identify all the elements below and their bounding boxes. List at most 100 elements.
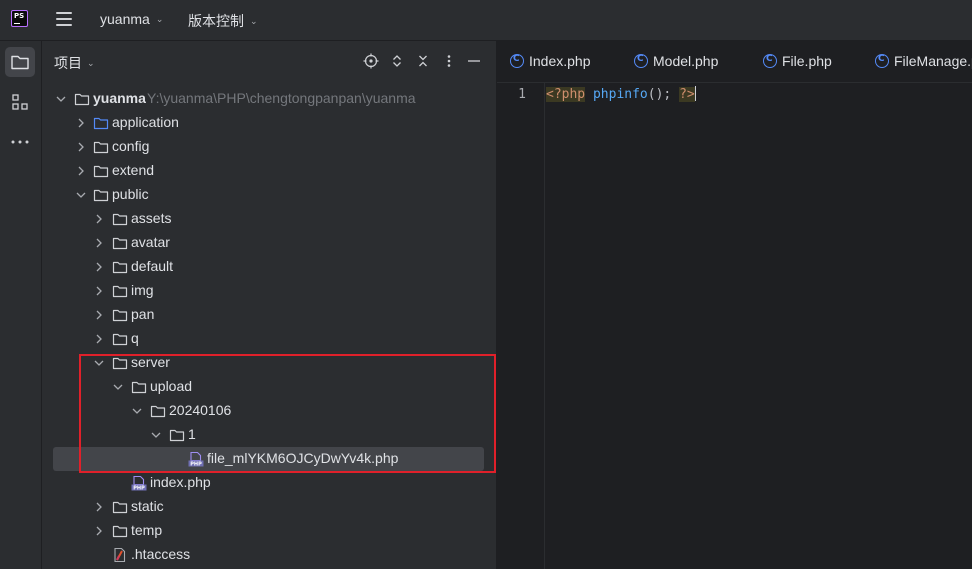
tool-window-strip	[0, 41, 42, 569]
tree-row-htaccess[interactable]: .htaccess	[42, 543, 496, 567]
chevron-down-icon[interactable]	[131, 404, 143, 418]
folder-label: default	[131, 258, 174, 274]
chevron-right-icon[interactable]	[93, 500, 105, 514]
file-label: file_mlYKM6OJCyDwYv4k.php	[207, 450, 399, 466]
folder-icon	[112, 357, 128, 370]
project-switcher[interactable]: yuanma ⌄	[100, 11, 163, 27]
tree-row-assets[interactable]: assets	[42, 207, 496, 231]
svg-text:PHP: PHP	[133, 486, 145, 491]
project-view-dropdown[interactable]: 项目 ⌄	[54, 53, 95, 73]
chevron-right-icon[interactable]	[75, 116, 87, 130]
folder-icon	[112, 309, 128, 322]
folder-icon	[169, 429, 185, 442]
tree-row-config[interactable]: config	[42, 135, 496, 159]
tree-row-server[interactable]: server	[42, 351, 496, 375]
title-bar: PS yuanma ⌄ 版本控制 ⌄	[0, 0, 972, 41]
folder-icon	[112, 285, 128, 298]
tree-row-pan[interactable]: pan	[42, 303, 496, 327]
folder-label: temp	[131, 522, 163, 538]
php-class-icon	[510, 54, 524, 68]
collapse-all-icon[interactable]	[415, 53, 431, 69]
folder-label: assets	[131, 210, 172, 226]
more-tools-button[interactable]	[5, 127, 35, 157]
source-folder-icon	[93, 117, 109, 130]
structure-tool-button[interactable]	[5, 87, 35, 117]
chevron-down-icon: ⌄	[87, 58, 95, 68]
folder-label: server	[131, 354, 170, 370]
chevron-right-icon[interactable]	[93, 236, 105, 250]
folder-label: config	[112, 138, 150, 154]
chevron-down-icon[interactable]	[93, 356, 105, 370]
tree-row-q[interactable]: q	[42, 327, 496, 351]
chevron-right-icon[interactable]	[75, 140, 87, 154]
tree-row-application[interactable]: application	[42, 111, 496, 135]
tree-row-img[interactable]: img	[42, 279, 496, 303]
line-number-gutter: 1	[497, 83, 545, 569]
chevron-down-icon[interactable]	[75, 188, 87, 202]
tree-row-temp[interactable]: temp	[42, 519, 496, 543]
file-label: index.php	[150, 474, 211, 490]
folder-label: img	[131, 282, 154, 298]
tree-row-avatar[interactable]: avatar	[42, 231, 496, 255]
tree-row-upload[interactable]: upload	[42, 375, 496, 399]
vcs-menu[interactable]: 版本控制 ⌄	[188, 11, 258, 31]
panel-title: 项目	[54, 55, 82, 71]
editor-area: Index.php Model.php File.php FileManage.…	[497, 41, 972, 569]
chevron-down-icon[interactable]	[112, 380, 124, 394]
folder-label: 1	[188, 426, 196, 442]
chevron-right-icon[interactable]	[93, 260, 105, 274]
folder-icon	[112, 525, 128, 538]
tree-row-public[interactable]: public	[42, 183, 496, 207]
code-punctuation: ();	[647, 87, 672, 102]
chevron-right-icon[interactable]	[93, 332, 105, 346]
line-number: 1	[518, 87, 526, 102]
chevron-down-icon[interactable]	[150, 428, 162, 442]
folder-label: q	[131, 330, 139, 346]
tree-row-static[interactable]: static	[42, 495, 496, 519]
folder-label: avatar	[131, 234, 170, 250]
php-class-icon	[634, 54, 648, 68]
tree-row-uploaded-file[interactable]: PHP file_mlYKM6OJCyDwYv4k.php	[42, 447, 496, 471]
vcs-menu-label: 版本控制	[188, 13, 244, 29]
folder-icon	[131, 381, 147, 394]
more-dots-icon	[11, 140, 29, 144]
file-label: .htaccess	[131, 546, 191, 562]
chevron-down-icon[interactable]	[55, 92, 67, 106]
chevron-right-icon[interactable]	[93, 284, 105, 298]
php-class-icon	[763, 54, 777, 68]
phpstorm-logo-icon[interactable]: PS	[11, 10, 28, 27]
folder-label: upload	[150, 378, 193, 394]
tab-label: File.php	[782, 53, 832, 69]
options-menu-icon[interactable]	[441, 53, 457, 69]
hide-panel-icon[interactable]	[466, 53, 482, 69]
tab-label: Index.php	[529, 53, 591, 69]
expand-all-icon[interactable]	[389, 53, 405, 69]
tab-label: Model.php	[653, 53, 719, 69]
tree-row-extend[interactable]: extend	[42, 159, 496, 183]
tree-row-index-php[interactable]: PHP index.php	[42, 471, 496, 495]
editor-tabs: Index.php Model.php File.php FileManage.…	[497, 41, 972, 83]
php-file-icon: PHP	[131, 475, 147, 491]
folder-icon	[150, 405, 166, 418]
structure-icon	[12, 94, 28, 110]
chevron-right-icon[interactable]	[93, 212, 105, 226]
main-menu-icon[interactable]	[56, 12, 72, 26]
locate-file-icon[interactable]	[363, 53, 379, 69]
tree-row-root[interactable]: yuanma Y:\yuanma\PHP\chengtongpanpan\yua…	[42, 87, 496, 111]
folder-label: public	[112, 186, 149, 202]
project-tool-button[interactable]	[5, 47, 35, 77]
text-caret	[694, 86, 696, 101]
chevron-down-icon: ⌄	[155, 14, 164, 24]
tree-row-date-folder[interactable]: 20240106	[42, 399, 496, 423]
php-open-tag: <?php	[546, 87, 586, 102]
folder-icon	[74, 93, 90, 106]
chevron-right-icon[interactable]	[75, 164, 87, 178]
tree-row-one-folder[interactable]: 1	[42, 423, 496, 447]
folder-label: application	[112, 114, 179, 130]
code-line[interactable]: <?php phpinfo(); ?>	[546, 86, 696, 102]
chevron-right-icon[interactable]	[93, 308, 105, 322]
tree-row-default[interactable]: default	[42, 255, 496, 279]
chevron-right-icon[interactable]	[93, 524, 105, 538]
project-name: yuanma	[100, 11, 150, 27]
php-class-icon	[875, 54, 889, 68]
